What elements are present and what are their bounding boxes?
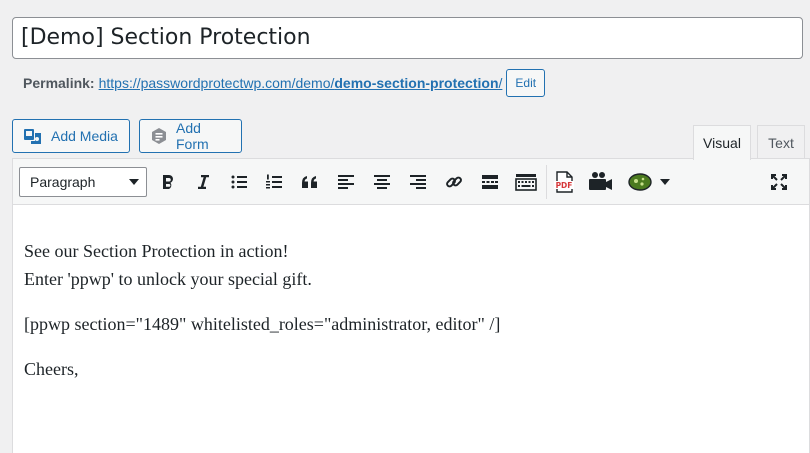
plugin-shortcode-icon [628, 173, 652, 191]
italic-icon[interactable] [188, 167, 218, 197]
numbered-list-icon[interactable] [259, 167, 289, 197]
pdf-icon[interactable]: PDF [549, 167, 579, 197]
shortcode-paragraph: [ppwp section="1489" whitelisted_roles="… [24, 314, 501, 334]
bulleted-list-icon[interactable] [224, 167, 254, 197]
video-camera-icon[interactable] [585, 167, 615, 197]
closing-paragraph: Cheers, [24, 359, 79, 379]
svg-text:PDF: PDF [556, 181, 573, 190]
plugin-shortcode-button[interactable] [624, 167, 674, 197]
post-title-input[interactable]: [Demo] Section Protection [12, 17, 803, 59]
add-media-button[interactable]: Add Media [12, 119, 130, 153]
editor-toolbar: Paragraph PDF [13, 159, 809, 205]
permalink-link[interactable]: https://passwordprotectwp.com/demo/demo-… [99, 75, 503, 91]
add-media-label: Add Media [51, 128, 118, 144]
content-paragraph: See our Section Protection in action! Ent… [24, 241, 312, 289]
add-form-label: Add Form [176, 120, 209, 152]
toolbar-separator [546, 165, 547, 199]
tab-text[interactable]: Text [757, 125, 805, 159]
media-icon [23, 126, 43, 146]
format-select[interactable]: Paragraph [19, 167, 147, 197]
editor-area: Paragraph PDF See our Section Protection… [12, 158, 810, 453]
bold-icon[interactable] [153, 167, 183, 197]
chevron-down-icon [660, 179, 670, 185]
edit-permalink-button[interactable]: Edit [506, 69, 546, 97]
permalink-row: Permalink: https://passwordprotectwp.com… [23, 69, 546, 97]
blockquote-icon[interactable] [295, 167, 325, 197]
align-left-icon[interactable] [331, 167, 361, 197]
permalink-label: Permalink: [23, 75, 95, 91]
toolbar-toggle-icon[interactable] [511, 167, 541, 197]
editor-content[interactable]: See our Section Protection in action! Ent… [13, 205, 809, 383]
form-icon [150, 127, 168, 145]
chevron-down-icon [129, 179, 139, 185]
read-more-icon[interactable] [475, 167, 505, 197]
link-icon[interactable] [439, 167, 469, 197]
format-select-value: Paragraph [30, 174, 96, 190]
align-center-icon[interactable] [367, 167, 397, 197]
tab-visual[interactable]: Visual [693, 125, 751, 160]
align-right-icon[interactable] [403, 167, 433, 197]
fullscreen-icon[interactable] [764, 167, 794, 197]
add-form-button[interactable]: Add Form [139, 119, 242, 153]
